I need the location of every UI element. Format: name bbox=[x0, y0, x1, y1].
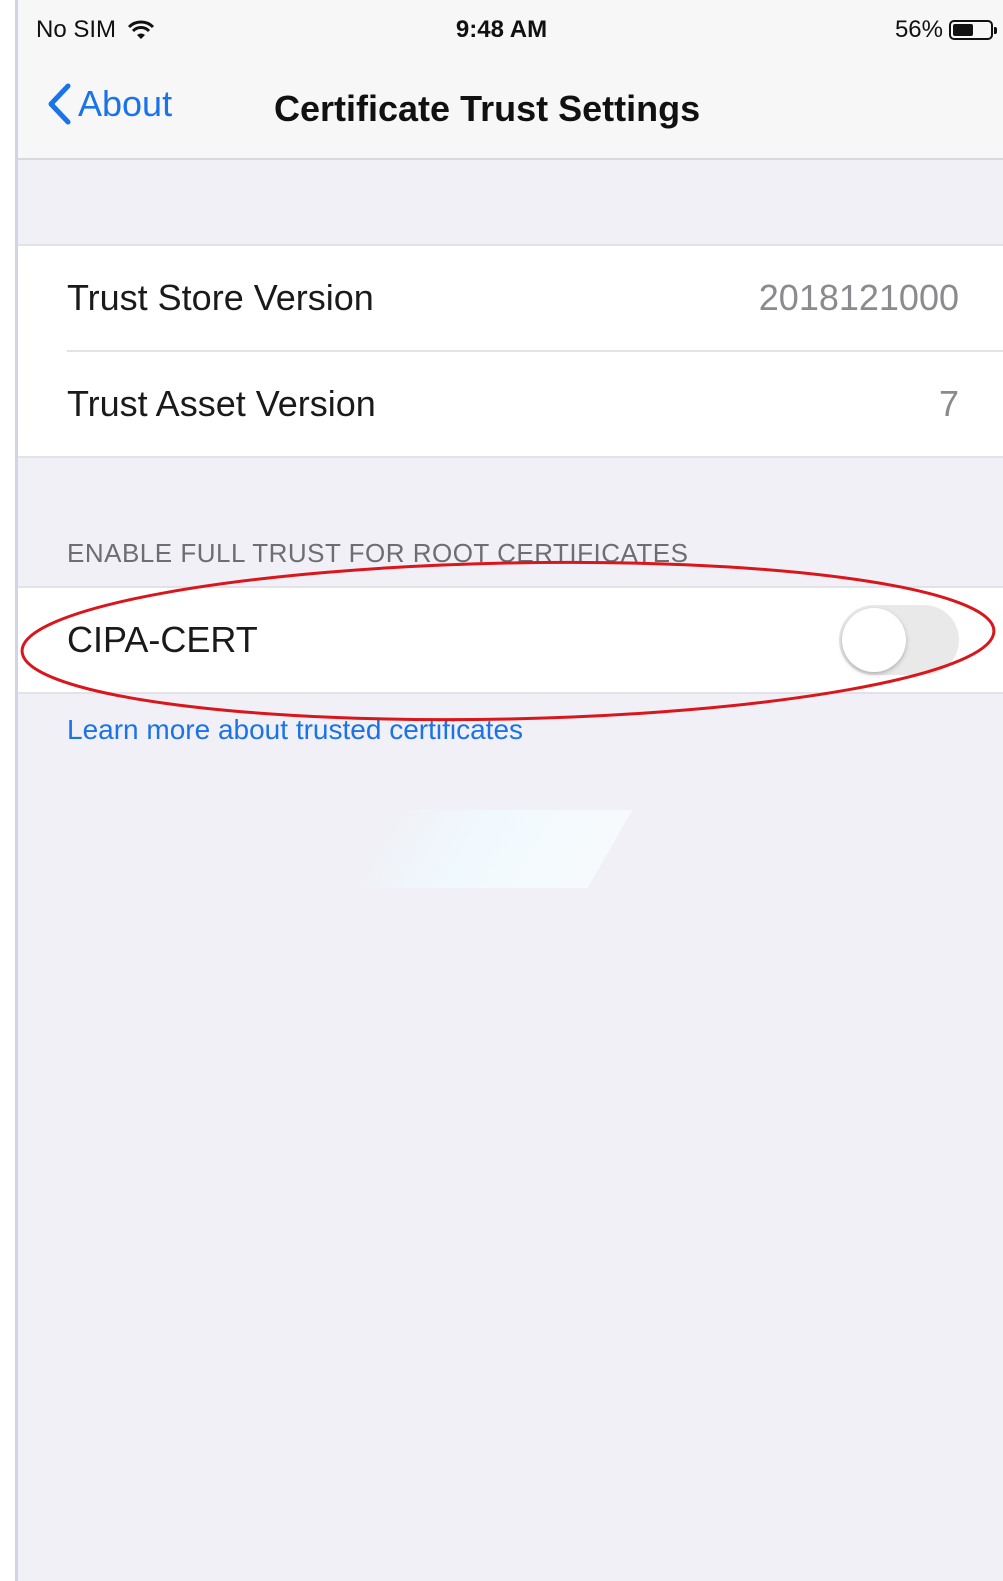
trust-store-version-label: Trust Store Version bbox=[67, 277, 374, 318]
page-title: Certificate Trust Settings bbox=[274, 88, 701, 129]
battery-percent: 56% bbox=[894, 16, 943, 43]
left-edge-strip bbox=[0, 0, 18, 1581]
trust-store-version-value: 2018121000 bbox=[758, 277, 959, 318]
trust-asset-version-value: 7 bbox=[938, 383, 959, 424]
annotation-ellipse bbox=[20, 560, 996, 722]
status-bar: No SIM 9:48 AM 56% bbox=[0, 0, 1003, 64]
status-time: 9:48 AM bbox=[455, 16, 548, 43]
trust-asset-version-row: Trust Asset Version 7 bbox=[18, 352, 1003, 456]
certificates-group: CIPA-CERT bbox=[18, 586, 1003, 694]
certificate-name: CIPA-CERT bbox=[67, 619, 258, 660]
trust-asset-version-label: Trust Asset Version bbox=[67, 383, 376, 424]
certificate-row-cipa-cert: CIPA-CERT bbox=[18, 588, 1003, 692]
full-trust-toggle[interactable] bbox=[839, 605, 959, 675]
navigation-bar: About Certificate Trust Settings bbox=[0, 64, 1003, 160]
screen-glare bbox=[347, 810, 633, 888]
chevron-left-icon bbox=[48, 83, 71, 125]
back-button[interactable]: About bbox=[46, 82, 172, 126]
trust-store-version-row: Trust Store Version 2018121000 bbox=[18, 246, 1003, 350]
section-header-root-certificates: ENABLE FULL TRUST FOR ROOT CERTIFICATES bbox=[67, 538, 689, 568]
back-button-label: About bbox=[78, 83, 173, 124]
toggle-knob bbox=[842, 608, 906, 672]
status-battery: 56% bbox=[894, 16, 997, 44]
learn-more-link[interactable]: Learn more about trusted certificates bbox=[67, 714, 523, 746]
battery-fill bbox=[953, 24, 974, 36]
versions-group: Trust Store Version 2018121000 Trust Ass… bbox=[18, 244, 1003, 458]
battery-icon bbox=[949, 20, 997, 40]
